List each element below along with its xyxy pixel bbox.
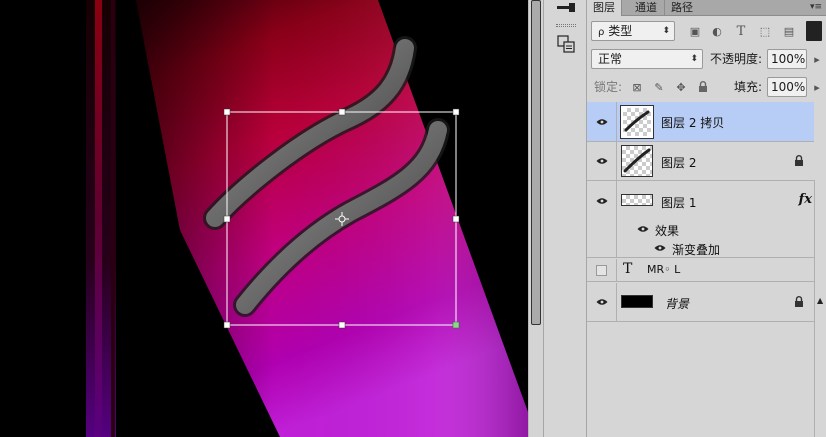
hidden-visibility-box — [596, 264, 607, 276]
transform-handle-top-left[interactable] — [223, 108, 231, 116]
brush-preset-icon[interactable] — [553, 0, 579, 20]
layers-list-scrollbar[interactable]: ▲ — [814, 180, 826, 437]
layer-thumbnail[interactable] — [621, 145, 653, 177]
eye-icon — [596, 118, 607, 125]
layer-name[interactable]: 图层 2 拷贝 — [661, 114, 724, 131]
filter-type-icon[interactable]: T — [733, 23, 749, 39]
filter-pixel-icon[interactable]: ▣ — [687, 23, 703, 39]
effect-name: 渐变叠加 — [672, 243, 721, 257]
filter-adjustment-icon[interactable]: ◐ — [709, 23, 725, 39]
panel-icon-strip — [543, 0, 587, 437]
opacity-label: 不透明度: — [710, 52, 763, 66]
tab-channels[interactable]: 通道 — [629, 0, 663, 16]
transform-handle-bottom-right[interactable] — [452, 321, 460, 329]
opacity-input[interactable]: 100% — [767, 49, 807, 69]
lock-position-icon[interactable]: ✥ — [673, 79, 689, 95]
layer-comps-icon[interactable] — [553, 32, 579, 56]
layer-name[interactable]: 图层 1 — [661, 194, 696, 211]
eye-icon[interactable] — [654, 244, 666, 252]
panel-menu-icon[interactable]: ▾≡ — [810, 2, 822, 12]
layer-row-layer2-copy[interactable]: 图层 2 拷贝 — [587, 102, 814, 142]
layer-effects-fx-icon[interactable]: fx — [799, 192, 812, 207]
effect-row-gradient-overlay[interactable]: 渐变叠加 — [587, 239, 814, 258]
eye-icon — [596, 158, 607, 164]
lock-icon — [794, 296, 804, 311]
visibility-toggle[interactable] — [587, 259, 617, 281]
transform-handle-top-right[interactable] — [452, 108, 460, 116]
document-canvas[interactable] — [0, 0, 528, 437]
layer-row-layer1[interactable]: 图层 1 fx — [587, 181, 814, 220]
layer-thumbnail[interactable] — [620, 105, 654, 139]
canvas-vertical-scrollbar[interactable] — [528, 0, 543, 437]
layer-name[interactable]: 背景 — [665, 295, 689, 312]
tab-paths[interactable]: 路径 — [664, 0, 699, 16]
layer-name[interactable]: MR◦ L — [647, 263, 680, 276]
layer-name[interactable]: 图层 2 — [661, 154, 696, 171]
filter-toggle-icon[interactable] — [806, 21, 822, 41]
filter-kind-label: 类型 — [608, 24, 633, 38]
lock-all-icon[interactable] — [695, 79, 711, 95]
layer-thumbnail[interactable] — [621, 194, 653, 206]
layer-row-layer2[interactable]: 图层 2 — [587, 142, 814, 181]
eye-icon[interactable] — [637, 225, 649, 233]
opacity-slider-toggle-icon[interactable]: ▸ — [809, 51, 825, 67]
fill-input[interactable]: 100% — [767, 77, 807, 97]
canvas-artwork — [86, 0, 528, 437]
layers-list: 图层 2 拷贝 图层 2 图层 1 fx 效果 渐变叠加 T MR◦ L 背景 … — [587, 102, 826, 437]
visibility-toggle[interactable] — [587, 142, 617, 180]
lock-icon — [794, 155, 804, 170]
effect-visibility-spacer — [587, 239, 617, 257]
scrollbar-thumb[interactable] — [531, 0, 541, 325]
tab-layers[interactable]: 图层 — [587, 0, 622, 16]
fill-label: 填充: — [734, 80, 763, 94]
chevron-updown-icon: ⬍ — [662, 26, 670, 36]
eye-icon — [596, 299, 607, 305]
blend-mode-value: 正常 — [598, 52, 623, 66]
transform-handle-right[interactable] — [452, 215, 460, 223]
left-thin-stripe — [111, 0, 115, 437]
visibility-toggle[interactable] — [587, 181, 617, 220]
lock-paint-icon[interactable]: ✎ — [651, 79, 667, 95]
fill-slider-toggle-icon[interactable]: ▸ — [809, 79, 825, 95]
layer-row-background[interactable]: 背景 — [587, 283, 814, 322]
lock-label: 锁定: — [594, 80, 623, 94]
transform-handle-top[interactable] — [338, 108, 346, 116]
transform-handle-bottom[interactable] — [338, 321, 346, 329]
text-layer-icon: T — [623, 261, 633, 277]
effects-visibility-spacer — [587, 220, 617, 239]
filter-smartobject-icon[interactable]: ▤ — [781, 23, 797, 39]
lock-transparent-icon[interactable]: ⊠ — [629, 79, 645, 95]
panel-tab-bar: 图层 通道 路径 ▾≡ — [587, 0, 826, 16]
left-red-stripe — [95, 0, 102, 437]
transform-handle-bottom-left[interactable] — [223, 321, 231, 329]
layer-thumbnail[interactable] — [621, 295, 653, 308]
blend-mode-dropdown[interactable]: 正常 ⬍ — [591, 49, 703, 69]
chevron-updown-icon: ⬍ — [690, 54, 698, 64]
search-icon: ρ — [598, 27, 605, 38]
visibility-toggle[interactable] — [587, 283, 617, 321]
layer-row-text[interactable]: T MR◦ L — [587, 259, 814, 282]
eye-icon — [596, 197, 607, 204]
transform-handle-left[interactable] — [223, 215, 231, 223]
filter-kind-dropdown[interactable]: ρ 类型 ⬍ — [591, 21, 675, 41]
effects-label: 效果 — [655, 224, 680, 238]
layers-panel: 图层 通道 路径 ▾≡ ρ 类型 ⬍ ▣ ◐ T ⬚ ▤ 正常 ⬍ 不透明度: … — [587, 0, 826, 437]
effects-group-row[interactable]: 效果 — [587, 220, 814, 239]
strip-grip[interactable] — [556, 24, 576, 27]
scroll-up-arrow-icon[interactable]: ▲ — [817, 296, 823, 305]
visibility-toggle[interactable] — [587, 102, 617, 141]
filter-shape-icon[interactable]: ⬚ — [757, 23, 773, 39]
